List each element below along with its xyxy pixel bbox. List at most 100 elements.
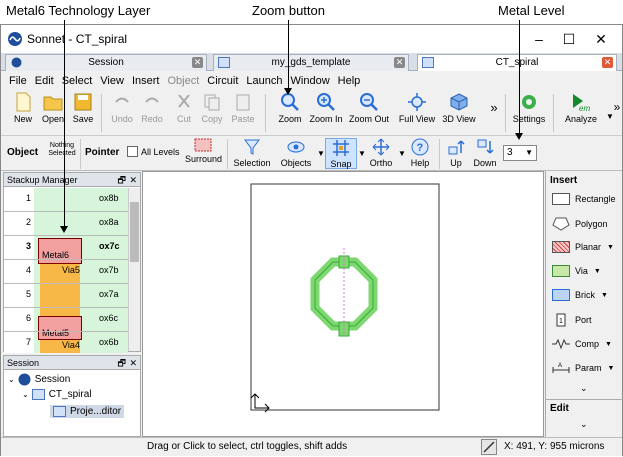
undo-button[interactable]: Undo	[109, 92, 135, 124]
dropdown-arrow-icon[interactable]: ▼	[594, 268, 601, 275]
tab-ct-spiral[interactable]: CT_spiral ✕	[417, 54, 617, 71]
ruler-icon	[483, 441, 495, 453]
stackup-row[interactable]: 7 ox6b	[4, 332, 128, 353]
expand-chevron-icon[interactable]: ⌄	[8, 375, 15, 384]
tab-session[interactable]: Session ✕	[5, 54, 207, 71]
insert-comp-button[interactable]: Comp ▼	[552, 337, 612, 351]
float-panel-icon[interactable]: 🗗	[118, 356, 126, 370]
menu-file[interactable]: File	[9, 75, 27, 87]
menu-help[interactable]: Help	[338, 75, 361, 87]
expand-chevron-icon[interactable]: ⌄	[22, 390, 29, 399]
stackup-scrollbar[interactable]	[128, 188, 140, 351]
menu-launch[interactable]: Launch	[246, 75, 282, 87]
redo-button[interactable]: Redo	[139, 92, 165, 124]
3d-view-button[interactable]: 3D View	[441, 92, 477, 124]
menu-window[interactable]: Window	[291, 75, 330, 87]
project-icon	[422, 57, 434, 68]
float-panel-icon[interactable]: 🗗	[118, 173, 126, 187]
surround-button[interactable]: Surround	[185, 138, 223, 164]
objects-dropdown-arrow-icon[interactable]: ▼	[317, 149, 325, 158]
stackup-row[interactable]: 3 ox7c	[4, 236, 128, 260]
stackup-row-index: 6	[26, 313, 32, 323]
stackup-row[interactable]: 6 ox6c	[4, 308, 128, 332]
close-tab-icon[interactable]: ✕	[192, 57, 203, 68]
tab-my-gds-template[interactable]: my_gds_template ✕	[213, 54, 409, 71]
nothing-selected-text: Nothing Selected	[48, 142, 76, 157]
parameter-icon: A	[552, 363, 570, 373]
stackup-row-name: ox7a	[99, 289, 119, 299]
stackup-row[interactable]: 4 ox7b	[4, 260, 128, 284]
stackup-row-index: 3	[26, 241, 32, 251]
insert-port-button[interactable]: 1 Port	[552, 313, 592, 327]
toolbar-separator	[227, 139, 228, 169]
full-view-button[interactable]: Full View	[395, 92, 439, 124]
toolbar-overflow-button[interactable]: »	[489, 100, 499, 115]
help-button[interactable]: ? Help	[405, 138, 435, 168]
dropdown-arrow-icon[interactable]: ▼	[601, 292, 608, 299]
stackup-manager-panel: Stackup Manager 🗗 ✕ Metal6 Via5 Metal5 V…	[3, 172, 141, 353]
insert-rectangle-button[interactable]: Rectangle	[552, 193, 616, 205]
level-up-button[interactable]: Up	[443, 138, 469, 168]
close-tab-icon[interactable]: ✕	[394, 57, 405, 68]
stackup-layers[interactable]: Metal6 Via5 Metal5 Via4 1 ox8b 2 ox8a 3 ox7c 4…	[4, 188, 128, 353]
menu-insert[interactable]: Insert	[132, 75, 160, 87]
dropdown-arrow-icon[interactable]: ▼	[607, 244, 614, 251]
selection-button[interactable]: Selection	[233, 138, 271, 168]
via-icon	[552, 265, 570, 277]
insert-via-button[interactable]: Via ▼	[552, 265, 601, 277]
tree-item-session[interactable]: ⌄ Session	[8, 373, 70, 386]
title-bar: Sonnet - CT_spiral – ☐ ✕	[1, 25, 622, 53]
zoom-out-button[interactable]: Zoom Out	[347, 92, 391, 124]
paste-button[interactable]: Paste	[229, 92, 257, 124]
level-down-button[interactable]: Down	[471, 138, 499, 168]
cut-button[interactable]: Cut	[171, 92, 197, 124]
zoom-in-button[interactable]: Zoom In	[307, 92, 345, 124]
close-window-button[interactable]: ✕	[581, 29, 621, 49]
menu-object[interactable]: Object	[167, 75, 199, 87]
objects-button[interactable]: Objects	[277, 138, 315, 168]
dropdown-arrow-icon[interactable]: ▼	[605, 341, 612, 348]
menu-edit[interactable]: Edit	[35, 75, 54, 87]
open-button[interactable]: Open	[39, 92, 67, 124]
menu-select[interactable]: Select	[62, 75, 93, 87]
measure-tool-button[interactable]	[481, 439, 497, 455]
surround-label: Surround	[185, 154, 223, 164]
settings-button[interactable]: Settings	[511, 92, 547, 124]
dropdown-arrow-icon[interactable]: ▼	[608, 365, 615, 372]
menu-view[interactable]: View	[100, 75, 124, 87]
close-tab-icon[interactable]: ✕	[602, 57, 613, 68]
close-panel-icon[interactable]: ✕	[129, 356, 137, 370]
help-label: Help	[410, 158, 430, 168]
stackup-row[interactable]: 1 ox8b	[4, 188, 128, 212]
tree-item-ct-spiral[interactable]: ⌄ CT_spiral	[22, 389, 92, 400]
analyze-button[interactable]: em Analyze	[559, 92, 603, 124]
insert-more-chevron-icon[interactable]: ⌄	[580, 383, 588, 394]
objects-label: Objects	[280, 158, 312, 168]
insert-param-button[interactable]: A Param ▼	[552, 361, 614, 375]
layout-canvas[interactable]	[142, 171, 544, 437]
snap-toggle[interactable]: Snap	[325, 138, 357, 169]
all-levels-checkbox[interactable]	[127, 146, 138, 157]
polygon-icon	[552, 217, 570, 231]
analyze-label: Analyze	[564, 114, 598, 124]
metal-level-select[interactable]: 3 ▼	[503, 145, 537, 161]
scrollbar-thumb[interactable]	[130, 202, 139, 262]
menu-circuit[interactable]: Circuit	[207, 75, 238, 87]
save-icon	[74, 93, 92, 111]
stackup-row-name: ox6b	[99, 337, 119, 347]
save-button[interactable]: Save	[69, 92, 97, 124]
tree-item-project-editor[interactable]: Proje...ditor	[50, 405, 125, 418]
ortho-button[interactable]: Ortho	[365, 138, 397, 168]
zoom-button[interactable]: Zoom	[275, 92, 305, 124]
insert-brick-button[interactable]: Brick ▼	[552, 289, 608, 301]
stackup-row[interactable]: 5 ox7a	[4, 284, 128, 308]
sonnet-logo-icon	[8, 32, 22, 46]
toolbar-overflow-button[interactable]: »	[613, 100, 621, 114]
edit-more-chevron-icon[interactable]: ⌄	[580, 419, 588, 430]
insert-polygon-button[interactable]: Polygon	[552, 217, 608, 231]
copy-button[interactable]: Copy	[199, 92, 225, 124]
close-panel-icon[interactable]: ✕	[129, 173, 137, 187]
new-button[interactable]: New	[9, 92, 37, 124]
insert-planar-button[interactable]: Planar ▼	[552, 241, 614, 253]
substrate-box	[250, 183, 440, 411]
